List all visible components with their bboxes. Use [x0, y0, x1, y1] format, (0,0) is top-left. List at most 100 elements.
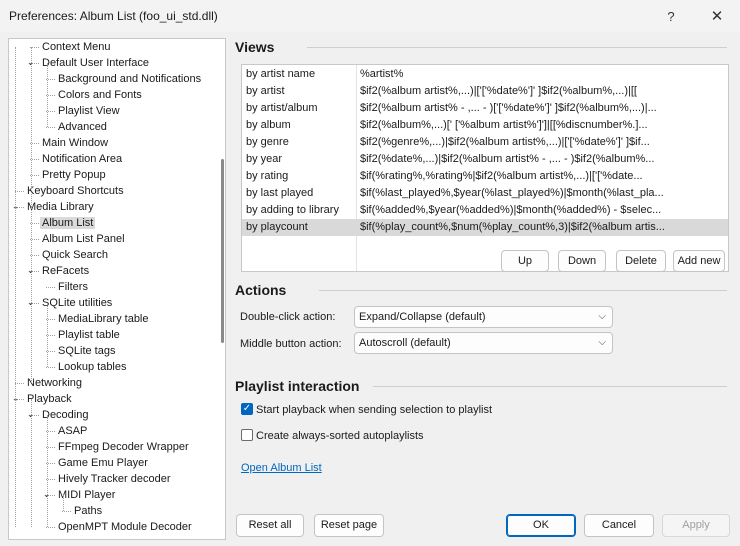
- tree-item-label: Context Menu: [42, 41, 111, 53]
- view-row[interactable]: by playcount $if(%play_count%,$num(%play_…: [242, 219, 728, 236]
- tree-item[interactable]: Notification Area: [40, 151, 124, 167]
- tree-item-label: SQLite utilities: [42, 297, 113, 309]
- cancel-button[interactable]: Cancel: [584, 514, 654, 537]
- tree-item[interactable]: Playlist table: [56, 327, 122, 343]
- start-playback-checkbox[interactable]: ✓: [241, 403, 253, 415]
- help-button[interactable]: ?: [648, 0, 694, 32]
- views-list[interactable]: by artist name %artist% by artist $if2(%alb…: [241, 64, 729, 272]
- double-click-label: Double-click action:: [240, 311, 336, 323]
- tree-item[interactable]: Default User Interface: [40, 55, 151, 71]
- view-pattern: $if(%rating%,%rating%|$if2(%album artist…: [360, 170, 643, 182]
- reset-page-button[interactable]: Reset page: [314, 514, 384, 537]
- tree-item-label: Notification Area: [42, 153, 123, 165]
- tree-item[interactable]: SQLite tags: [56, 343, 117, 359]
- title-bar: Preferences: Album List (foo_ui_std.dll)…: [0, 0, 740, 32]
- view-name: by genre: [246, 136, 289, 148]
- tree-item[interactable]: ASAP: [56, 423, 89, 439]
- tree-item[interactable]: FFmpeg Decoder Wrapper: [56, 439, 191, 455]
- delete-button[interactable]: Delete: [616, 250, 666, 272]
- tree-item[interactable]: Context Menu: [40, 39, 112, 55]
- tree-item-label: Colors and Fonts: [58, 89, 142, 101]
- view-row[interactable]: by album $if2(%album%,...)[' ['%album art…: [242, 117, 728, 134]
- views-heading: Views: [235, 39, 279, 55]
- tree-item[interactable]: ReFacets: [40, 263, 91, 279]
- tree-item-label: Pretty Popup: [42, 169, 106, 181]
- middle-button-label: Middle button action:: [240, 338, 342, 350]
- view-pattern: $if2(%genre%,...)|$if2(%album artist%,..…: [360, 136, 650, 148]
- middle-button-value: Autoscroll (default): [359, 337, 451, 349]
- tree-item[interactable]: Lookup tables: [56, 359, 129, 375]
- tree-item-label: Default User Interface: [42, 57, 149, 69]
- tree-item[interactable]: Keyboard Shortcuts: [25, 183, 126, 199]
- tree-connector: [62, 511, 71, 512]
- view-name: by adding to library: [246, 204, 339, 216]
- tree-item[interactable]: Playback: [25, 391, 74, 407]
- tree-item[interactable]: Playlist View: [56, 103, 122, 119]
- tree-item[interactable]: Quick Search: [40, 247, 110, 263]
- tree-item-label: Lookup tables: [58, 361, 127, 373]
- tree-item-label: FFmpeg Decoder Wrapper: [58, 441, 189, 453]
- tree-item[interactable]: MIDI Player: [56, 487, 117, 503]
- tree-connector: [46, 127, 55, 128]
- tree-item[interactable]: Filters: [56, 279, 90, 295]
- chevron-down-icon: ⌵: [598, 337, 606, 348]
- tree-connector: [15, 191, 24, 192]
- tree-item[interactable]: Background and Notifications: [56, 71, 203, 87]
- tree-guide-line: [47, 303, 48, 367]
- tree-connector: [46, 527, 55, 528]
- autoplaylists-label[interactable]: Create always-sorted autoplaylists: [256, 430, 424, 442]
- tree-item-label: Networking: [27, 377, 83, 389]
- view-name: by artist name: [246, 68, 316, 80]
- view-row[interactable]: by artist $if2(%album artist%,...)|['['%d…: [242, 83, 728, 100]
- view-row[interactable]: by last played $if(%last_played%,$year(%l…: [242, 185, 728, 202]
- start-playback-label[interactable]: Start playback when sending selection to…: [256, 404, 492, 416]
- tree-item[interactable]: Paths: [72, 503, 104, 519]
- tree-scrollbar[interactable]: [221, 159, 224, 343]
- tree-item[interactable]: Pretty Popup: [40, 167, 108, 183]
- tree-guide-line: [47, 63, 48, 127]
- tree-item[interactable]: Media Library: [25, 199, 96, 215]
- view-pattern: $if2(%date%,...)|$if2(%album artist% - ,…: [360, 153, 655, 165]
- up-button[interactable]: Up: [501, 250, 549, 272]
- tree-item[interactable]: Networking: [25, 375, 84, 391]
- tree-item[interactable]: Advanced: [56, 119, 109, 135]
- view-row[interactable]: by artist/album $if2(%album artist% - ,..…: [242, 100, 728, 117]
- middle-button-dropdown[interactable]: Autoscroll (default) ⌵: [354, 332, 613, 354]
- apply-button[interactable]: Apply: [662, 514, 730, 537]
- preferences-tree[interactable]: Context Menu Default User Interface ⌄ Backg…: [8, 38, 226, 540]
- double-click-dropdown[interactable]: Expand/Collapse (default) ⌵: [354, 306, 613, 328]
- add-new-button[interactable]: Add new: [673, 250, 725, 272]
- tree-item[interactable]: OpenMPT Module Decoder: [56, 519, 194, 535]
- autoplaylists-checkbox[interactable]: [241, 429, 253, 441]
- tree-item-label: ReFacets: [42, 265, 90, 277]
- close-button[interactable]: ✕: [694, 0, 740, 32]
- reset-all-button[interactable]: Reset all: [236, 514, 304, 537]
- tree-item[interactable]: Album List: [40, 215, 96, 231]
- view-pattern: $if(%added%,$year(%added%)|$month(%added…: [360, 204, 662, 216]
- open-album-list-link[interactable]: Open Album List: [241, 462, 322, 474]
- view-pattern: $if(%play_count%,$num(%play_count%,3)|$i…: [360, 221, 665, 233]
- tree-guide-line: [31, 399, 32, 527]
- view-name: by playcount: [246, 221, 308, 233]
- tree-connector: [15, 383, 24, 384]
- view-row[interactable]: by rating $if(%rating%,%rating%|$if2(%alb…: [242, 168, 728, 185]
- tree-item-label: ASAP: [58, 425, 88, 437]
- tree-item[interactable]: Hively Tracker decoder: [56, 471, 173, 487]
- view-pattern: $if2(%album%,...)[' ['%album artist%']']…: [360, 119, 648, 131]
- tree-item-label: MediaLibrary table: [58, 313, 149, 325]
- tree-item[interactable]: SQLite utilities: [40, 295, 114, 311]
- tree-item[interactable]: MediaLibrary table: [56, 311, 151, 327]
- tree-item-label: SQLite tags: [58, 345, 116, 357]
- view-row[interactable]: by genre $if2(%genre%,...)|$if2(%album ar…: [242, 134, 728, 151]
- view-row[interactable]: by year $if2(%date%,...)|$if2(%album arti…: [242, 151, 728, 168]
- down-button[interactable]: Down: [558, 250, 606, 272]
- view-row[interactable]: by adding to library $if(%added%,$year(%a…: [242, 202, 728, 219]
- tree-item[interactable]: Album List Panel: [40, 231, 127, 247]
- tree-guide-line: [47, 415, 48, 527]
- tree-item[interactable]: Game Emu Player: [56, 455, 150, 471]
- tree-connector: [46, 367, 55, 368]
- tree-item[interactable]: Colors and Fonts: [56, 87, 144, 103]
- view-row[interactable]: by artist name %artist%: [242, 66, 728, 83]
- tree-item[interactable]: Main Window: [40, 135, 110, 151]
- ok-button[interactable]: OK: [506, 514, 576, 537]
